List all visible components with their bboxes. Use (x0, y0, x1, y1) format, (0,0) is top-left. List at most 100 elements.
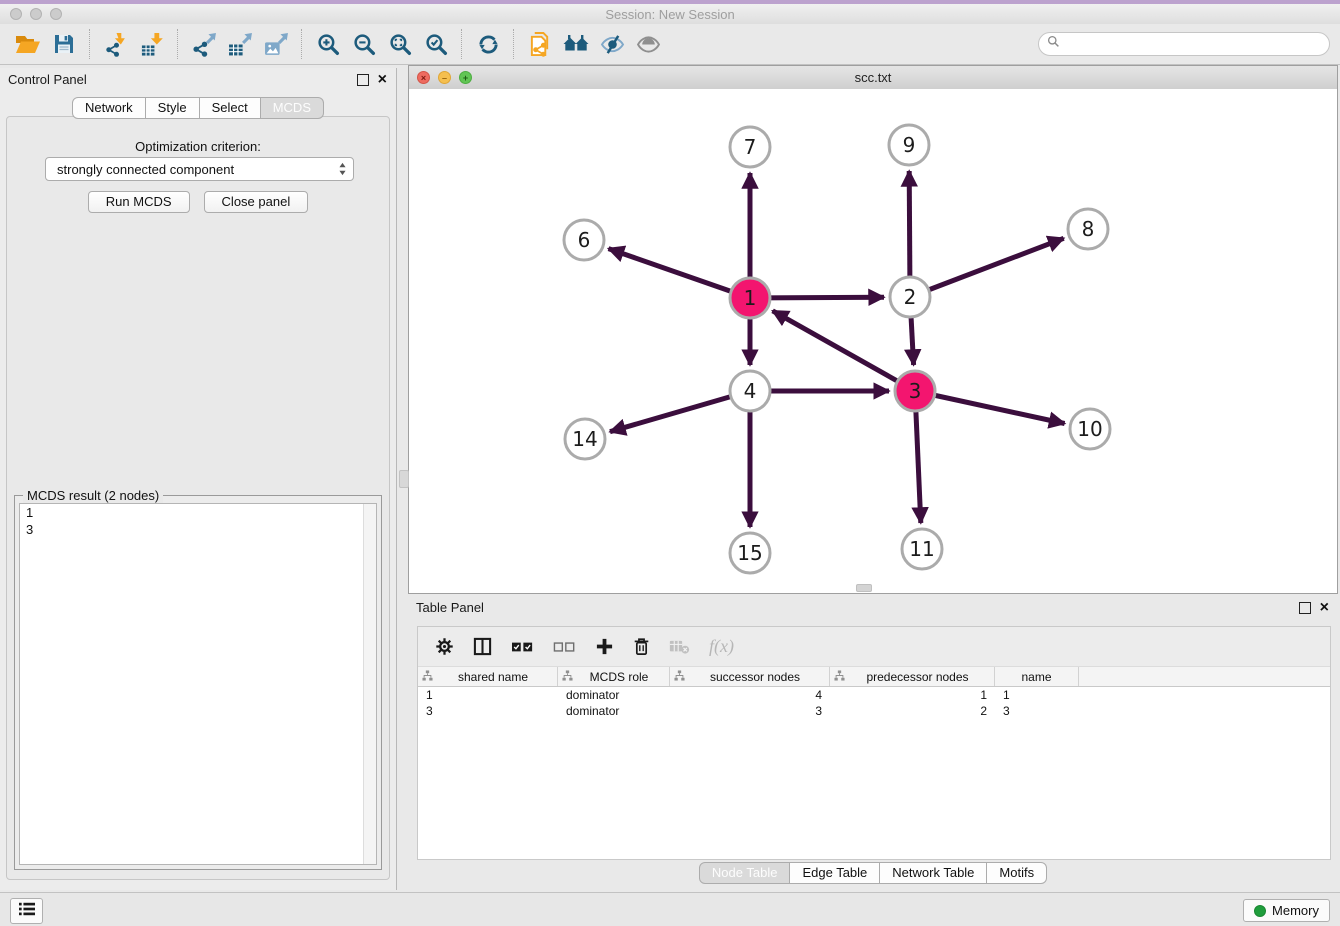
table-toolbar: f(x) (418, 627, 1330, 666)
toolbar-separator (89, 29, 91, 59)
close-panel-icon[interactable]: × (378, 74, 387, 86)
column-sort-icon (562, 670, 573, 684)
export-table-icon[interactable] (222, 28, 258, 60)
network-maximize-button[interactable]: + (459, 71, 472, 84)
search-input[interactable] (1066, 36, 1321, 53)
network-graph[interactable]: 7 9 6 8 1 2 4 3 14 10 15 11 (409, 89, 1337, 593)
birdseye-icon[interactable] (630, 28, 666, 60)
float-table-panel-icon[interactable] (1299, 602, 1311, 614)
svg-text:8: 8 (1082, 217, 1095, 241)
graph-edge-1-6[interactable] (609, 249, 751, 298)
svg-text:4: 4 (744, 379, 757, 403)
tab-style[interactable]: Style (146, 97, 200, 119)
table-cell: 2 (830, 703, 995, 719)
add-column-icon[interactable] (595, 637, 614, 656)
column-header-name[interactable]: name (995, 667, 1079, 686)
control-panel: Control Panel × NetworkStyleSelectMCDS O… (0, 68, 397, 890)
graph-node-3[interactable]: 3 (895, 371, 935, 411)
column-header-shared-name[interactable]: shared name (418, 667, 558, 686)
graph-node-1[interactable]: 1 (730, 278, 770, 318)
graph-node-4[interactable]: 4 (730, 371, 770, 411)
graph-node-11[interactable]: 11 (902, 529, 942, 569)
graph-edge-3-1[interactable] (773, 311, 915, 391)
zoom-in-icon[interactable] (310, 28, 346, 60)
refresh-icon[interactable] (470, 28, 506, 60)
tab-edge-table[interactable]: Edge Table (790, 862, 880, 884)
table-panel: Table Panel × f(x) shared nameMCDS roles… (408, 596, 1338, 890)
search-box[interactable] (1038, 32, 1330, 56)
save-session-icon[interactable] (46, 28, 82, 60)
svg-text:6: 6 (578, 228, 591, 252)
column-header-mcds-role[interactable]: MCDS role (558, 667, 670, 686)
graph-node-10[interactable]: 10 (1070, 409, 1110, 449)
mcds-result-list[interactable]: 13 (19, 503, 377, 865)
criterion-dropdown[interactable]: strongly connected component (45, 157, 354, 181)
control-panel-controls: × (357, 74, 387, 86)
graph-node-2[interactable]: 2 (890, 277, 930, 317)
network-window-titlebar[interactable]: scc.txt × – + (409, 66, 1337, 90)
select-all-columns-icon[interactable] (511, 640, 534, 654)
table-cell: dominator (558, 687, 670, 703)
table-panel-title: Table Panel (416, 600, 484, 615)
svg-text:10: 10 (1077, 417, 1102, 441)
delete-column-icon[interactable] (633, 637, 650, 656)
tab-select[interactable]: Select (200, 97, 261, 119)
function-builder-icon: f(x) (709, 636, 734, 657)
horizontal-split-handle[interactable] (856, 584, 872, 592)
import-network-icon[interactable] (98, 28, 134, 60)
show-columns-icon[interactable] (473, 637, 492, 656)
table-header: shared name MCDS role successor nodesprede… (418, 666, 1330, 687)
zoom-fit-icon[interactable] (382, 28, 418, 60)
graph-node-14[interactable]: 14 (565, 419, 605, 459)
vertical-split-handle[interactable] (399, 470, 409, 488)
export-image-icon[interactable] (258, 28, 294, 60)
network-close-button[interactable]: × (417, 71, 430, 84)
status-menu-button[interactable] (10, 898, 43, 924)
table-cell: 1 (830, 687, 995, 703)
column-header-successor-nodes[interactable]: successor nodes (670, 667, 830, 686)
tab-motifs[interactable]: Motifs (987, 862, 1047, 884)
export-network-icon[interactable] (186, 28, 222, 60)
table-settings-icon[interactable] (435, 637, 454, 656)
zoom-selected-icon[interactable] (418, 28, 454, 60)
graph-node-8[interactable]: 8 (1068, 209, 1108, 249)
close-table-panel-icon[interactable]: × (1320, 602, 1329, 614)
hide-details-icon[interactable] (594, 28, 630, 60)
tab-network-table[interactable]: Network Table (880, 862, 987, 884)
graph-edge-4-14[interactable] (610, 391, 750, 432)
open-file-icon[interactable] (10, 28, 46, 60)
import-table-icon[interactable] (134, 28, 170, 60)
float-panel-icon[interactable] (357, 74, 369, 86)
zoom-out-icon[interactable] (346, 28, 382, 60)
tab-network[interactable]: Network (72, 97, 146, 119)
dropdown-stepper-icon (338, 162, 347, 176)
home-icon[interactable] (558, 28, 594, 60)
network-canvas[interactable]: 7 9 6 8 1 2 4 3 14 10 15 11 (409, 89, 1337, 593)
column-label: MCDS role (573, 670, 665, 684)
graph-edge-3-10[interactable] (915, 391, 1065, 424)
memory-button[interactable]: Memory (1243, 899, 1330, 922)
network-minimize-button[interactable]: – (438, 71, 451, 84)
unselect-all-columns-icon[interactable] (553, 640, 576, 654)
run-mcds-button[interactable]: Run MCDS (88, 191, 190, 213)
attribute-browser: f(x) shared name MCDS role successor nodes… (417, 626, 1331, 860)
tab-mcds[interactable]: MCDS (261, 97, 324, 119)
table-row[interactable]: 3dominator323 (418, 703, 1330, 719)
tab-node-table[interactable]: Node Table (699, 862, 791, 884)
column-sort-icon (834, 670, 845, 684)
graph-node-15[interactable]: 15 (730, 533, 770, 573)
table-row[interactable]: 1dominator411 (418, 687, 1330, 703)
toolbar-separator (301, 29, 303, 59)
graph-node-6[interactable]: 6 (564, 220, 604, 260)
main-toolbar-icons (10, 28, 666, 60)
table-cell: 1 (418, 687, 558, 703)
result-scrollbar[interactable] (363, 504, 376, 864)
control-panel-title: Control Panel (8, 72, 87, 87)
graph-node-7[interactable]: 7 (730, 127, 770, 167)
graph-edge-2-8[interactable] (910, 238, 1064, 297)
column-header-predecessor-nodes[interactable]: predecessor nodes (830, 667, 995, 686)
graph-node-9[interactable]: 9 (889, 125, 929, 165)
close-panel-button[interactable]: Close panel (204, 191, 309, 213)
new-network-file-icon[interactable] (522, 28, 558, 60)
svg-text:2: 2 (904, 285, 917, 309)
